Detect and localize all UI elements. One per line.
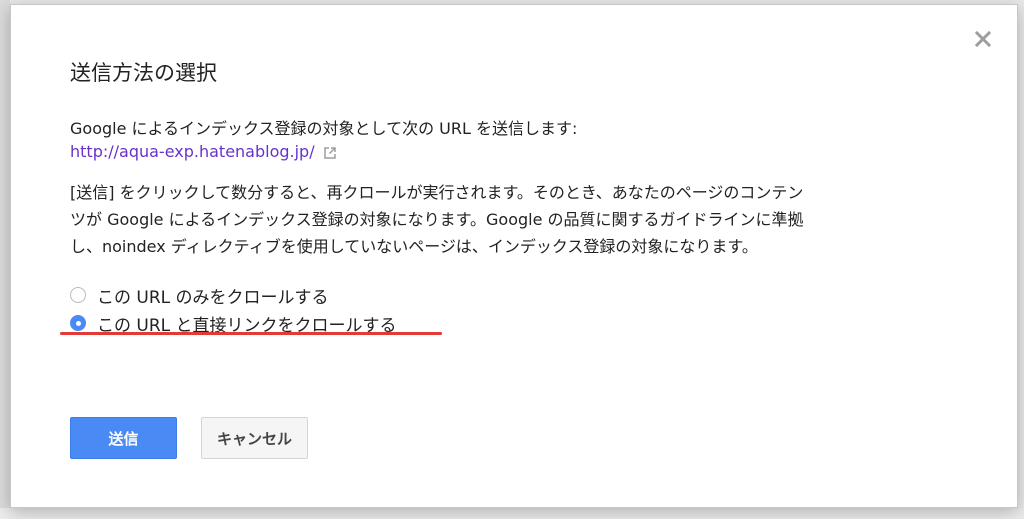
submitted-url-link[interactable]: http://aqua-exp.hatenablog.jp/ [70, 142, 315, 161]
close-button[interactable] [971, 27, 995, 51]
cancel-button[interactable]: キャンセル [201, 417, 308, 459]
external-link-icon[interactable] [323, 145, 337, 159]
submit-button[interactable]: 送信 [70, 417, 177, 459]
radio-url-only[interactable] [70, 287, 86, 303]
dialog-title: 送信方法の選択 [70, 61, 217, 85]
url-row: http://aqua-exp.hatenablog.jp/ [70, 142, 337, 161]
page-backdrop [0, 0, 10, 519]
radio-url-and-links[interactable] [70, 315, 86, 331]
intro-text: Google によるインデックス登録の対象として次の URL を送信します: [70, 119, 578, 138]
submit-method-dialog: 送信方法の選択 Google によるインデックス登録の対象として次の URL を… [10, 4, 1018, 508]
option-url-only[interactable]: この URL のみをクロールする [70, 281, 397, 309]
description-line: し、noindex ディレクティブを使用していないページは、インデックス登録の対… [70, 237, 758, 256]
description-text: [送信] をクリックして数分すると、再クロールが実行されます。そのとき、あなたの… [70, 179, 950, 260]
red-underline-annotation [60, 332, 442, 335]
description-line: [送信] をクリックして数分すると、再クロールが実行されます。そのとき、あなたの… [70, 183, 804, 202]
option-label: この URL のみをクロールする [97, 287, 329, 308]
close-icon [974, 30, 992, 48]
page-backdrop-bottom [0, 508, 1024, 519]
crawl-option-group: この URL のみをクロールする この URL と直接リンクをクロールする [70, 281, 397, 337]
description-line: ツが Google によるインデックス登録の対象になります。Google の品質… [70, 210, 804, 229]
